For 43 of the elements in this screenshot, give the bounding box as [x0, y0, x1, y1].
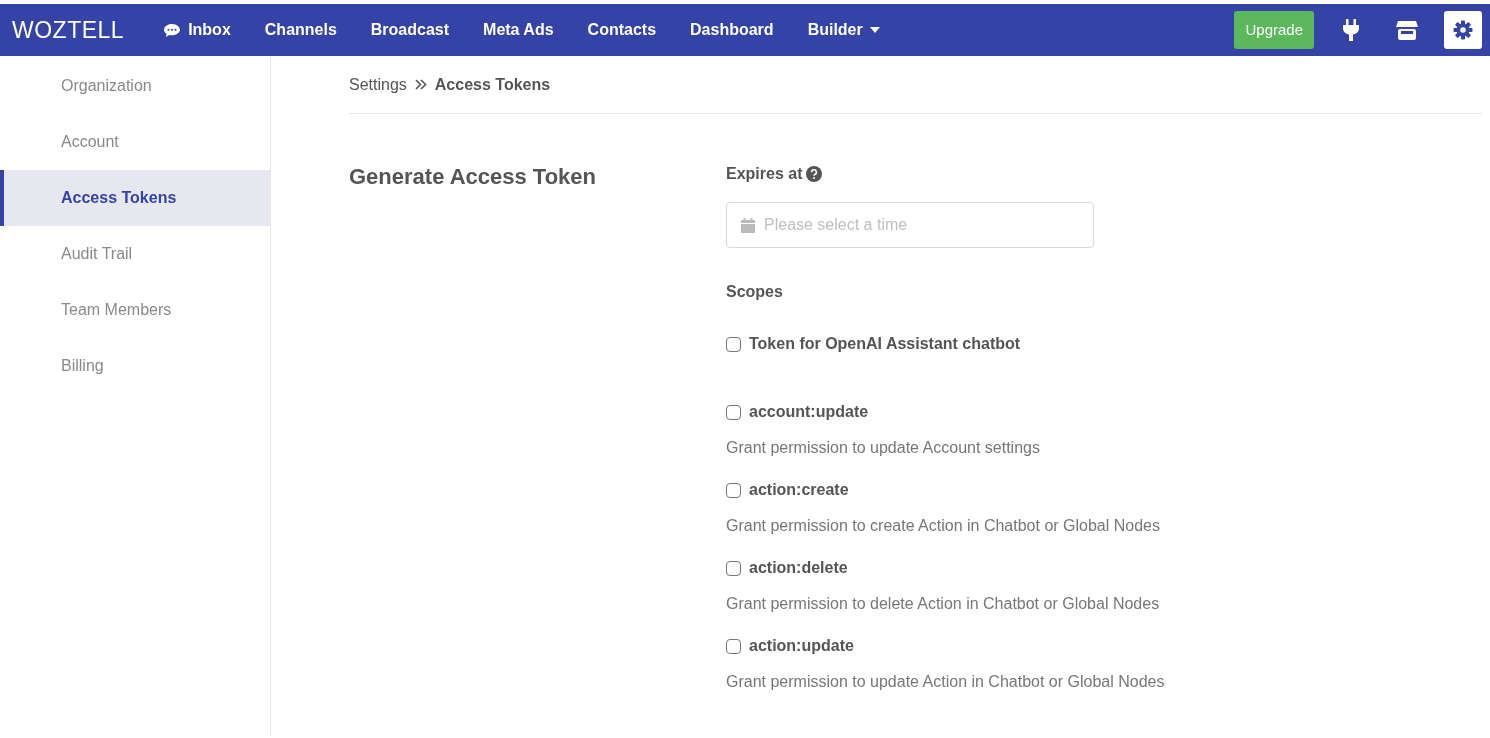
- sidebar-item[interactable]: Audit Trail: [0, 226, 270, 282]
- date-field[interactable]: Please select a time: [726, 202, 1094, 248]
- checkbox[interactable]: [726, 404, 741, 420]
- help-icon: [806, 166, 823, 182]
- scope-label: account:update: [749, 402, 869, 422]
- sidebar-item[interactable]: Team Members: [0, 282, 270, 338]
- store-icon: [1396, 20, 1418, 40]
- checkbox[interactable]: [726, 560, 741, 576]
- nav-link[interactable]: Dashboard: [673, 12, 791, 48]
- nav-link[interactable]: Meta Ads: [466, 12, 571, 48]
- section-title: Generate Access Token: [349, 163, 597, 191]
- scope-label: action:delete: [749, 558, 848, 578]
- scope-description: Grant permission to update Action in Chatbot or Global Nodes: [726, 672, 1165, 692]
- sidebar-item[interactable]: Access Tokens: [0, 170, 270, 226]
- field-label: Scopes: [726, 282, 784, 302]
- plug-icon: [1343, 19, 1359, 41]
- logo: WOZTELL: [12, 15, 125, 45]
- scope-label: action:create: [749, 480, 849, 500]
- nav-link[interactable]: Broadcast: [353, 12, 467, 48]
- scope-label: action:update: [749, 636, 854, 656]
- checkbox[interactable]: [726, 482, 741, 498]
- sidebar-item[interactable]: Billing: [0, 338, 270, 394]
- scope-description: Grant permission to delete Action in Chatbot or Global Nodes: [726, 594, 1161, 614]
- sidebar-item[interactable]: Account: [0, 114, 270, 170]
- scope-label: Token for OpenAI Assistant chatbot: [749, 334, 1021, 354]
- breadcrumb-link[interactable]: Settings: [349, 72, 407, 97]
- double-chevron-icon: [414, 79, 427, 90]
- calendar-icon: [741, 218, 755, 233]
- scope-description: Grant permission to update Account settings: [726, 438, 1041, 458]
- checkbox[interactable]: [726, 638, 741, 654]
- settings-icon: [1453, 20, 1473, 40]
- scope-description: Grant permission to create Action in Chatbot or Global Nodes: [726, 516, 1161, 536]
- breadcrumb-current: Access Tokens: [434, 74, 551, 95]
- sidebar-item[interactable]: Organization: [0, 58, 270, 114]
- caret-icon: [869, 27, 880, 33]
- nav-link[interactable]: Contacts: [570, 12, 674, 48]
- field-label: Expires at: [726, 164, 803, 184]
- nav-link[interactable]: Builder: [790, 12, 897, 48]
- chat-bubble-icon: [163, 22, 182, 38]
- nav-link[interactable]: Inbox: [146, 12, 248, 48]
- settings-button[interactable]: [1444, 11, 1482, 49]
- nav-link[interactable]: Channels: [247, 12, 354, 48]
- checkbox[interactable]: [726, 336, 741, 352]
